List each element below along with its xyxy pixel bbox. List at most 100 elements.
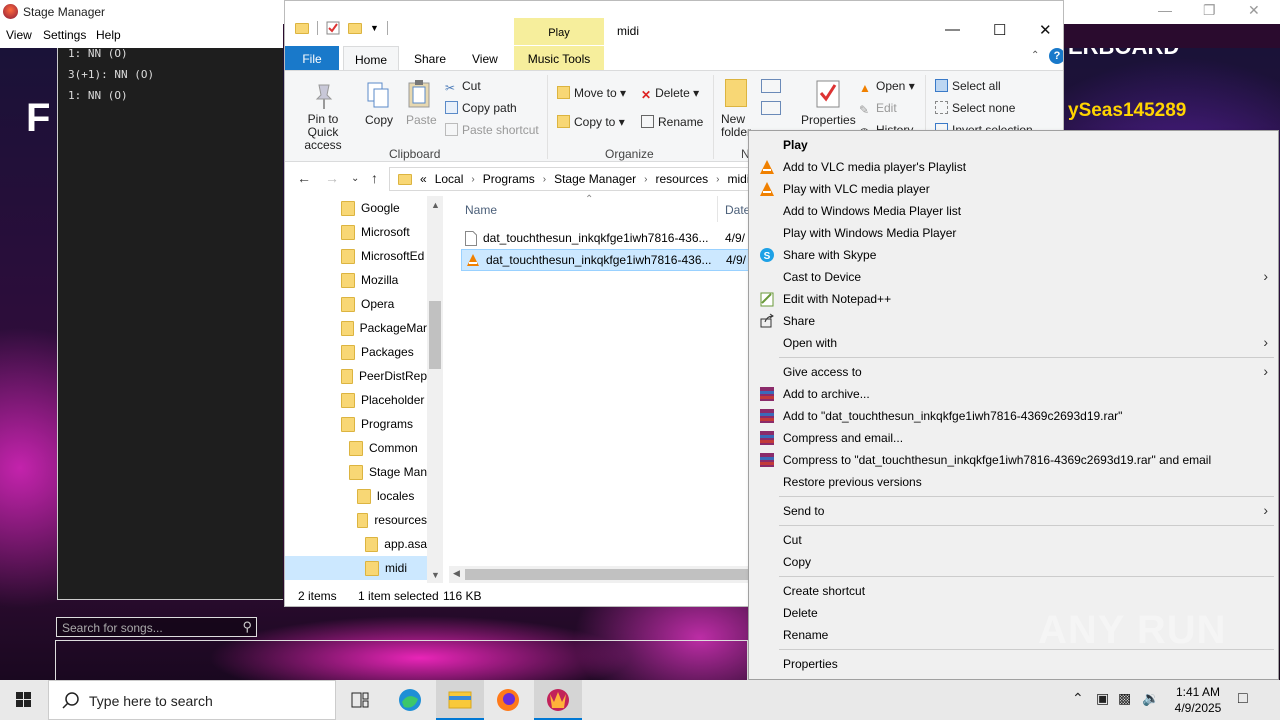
cut-button[interactable]: ✂ Cut — [445, 79, 481, 95]
tree-item[interactable]: Programs — [341, 412, 427, 436]
menu-view[interactable]: View — [6, 28, 32, 42]
chevron-down-icon[interactable]: ▼ — [370, 23, 379, 33]
select-none-button[interactable]: Select none — [935, 101, 1015, 115]
song-search-input[interactable]: Search for songs... ⚲ — [56, 617, 257, 637]
tree-item[interactable]: PackageMar — [341, 316, 427, 340]
column-header-name[interactable]: Name — [465, 203, 497, 217]
breadcrumb-local[interactable]: Local — [435, 172, 464, 186]
new-folder-icon[interactable] — [348, 22, 362, 34]
restore-icon[interactable]: ❐ — [1203, 2, 1216, 19]
menu-item-skype[interactable]: S Share with Skype — [749, 244, 1278, 266]
breadcrumb-resources[interactable]: resources — [655, 172, 708, 186]
tree-item-selected[interactable]: midi — [285, 556, 427, 580]
menu-item-restore-versions[interactable]: Restore previous versions — [749, 471, 1278, 493]
menu-help[interactable]: Help — [96, 28, 121, 42]
menu-item-give-access[interactable]: Give access to › — [749, 361, 1278, 383]
firefox-taskbar-button[interactable] — [484, 680, 532, 720]
chevron-right-icon[interactable]: › — [716, 174, 719, 185]
minimize-icon[interactable]: — — [1158, 2, 1172, 18]
menu-item-add-to-rar[interactable]: Add to "dat_touchthesun_inkqkfge1iwh7816… — [749, 405, 1278, 427]
easy-access-icon[interactable] — [761, 101, 781, 115]
menu-settings[interactable]: Settings — [43, 28, 86, 42]
scroll-left-icon[interactable]: ◀ — [453, 568, 460, 579]
tree-item[interactable]: MicrosoftEd — [341, 244, 427, 268]
menu-item-open-with[interactable]: Open with › — [749, 332, 1278, 354]
tree-item[interactable]: resources — [357, 508, 427, 532]
copy-path-button[interactable]: Copy path — [445, 101, 517, 115]
tree-item[interactable]: Opera — [341, 292, 427, 316]
edge-taskbar-button[interactable] — [386, 680, 434, 720]
tree-item[interactable]: Microsoft — [341, 220, 427, 244]
tree-item[interactable]: app.asa — [365, 532, 427, 556]
tree-item[interactable]: Mozilla — [341, 268, 427, 292]
forward-arrow-icon[interactable]: → — [325, 170, 339, 186]
tab-file[interactable]: File — [285, 46, 339, 70]
network-icon[interactable]: ▩ — [1118, 690, 1131, 707]
tree-item[interactable]: locales — [357, 484, 427, 508]
menu-item-add-archive[interactable]: Add to archive... — [749, 383, 1278, 405]
menu-item-play[interactable]: Play — [749, 134, 1278, 156]
minimize-icon[interactable]: — — [945, 21, 960, 38]
menu-item-notepadpp[interactable]: Edit with Notepad++ — [749, 288, 1278, 310]
people-icon[interactable]: ▣ — [1096, 690, 1109, 707]
tree-item[interactable]: Packages — [341, 340, 427, 364]
menu-item-cast[interactable]: Cast to Device › — [749, 266, 1278, 288]
menu-item-vlc-play[interactable]: Play with VLC media player — [749, 178, 1278, 200]
file-row-selected[interactable]: dat_touchthesun_inkqkfge1iwh7816-436... … — [461, 249, 751, 271]
up-arrow-icon[interactable]: ↑ — [371, 170, 378, 186]
menu-item-wmp-play[interactable]: Play with Windows Media Player — [749, 222, 1278, 244]
help-icon[interactable]: ? — [1049, 48, 1063, 64]
tree-item[interactable]: Common — [349, 436, 427, 460]
taskbar-search-box[interactable]: Type here to search — [48, 680, 336, 720]
breadcrumb-stage-manager[interactable]: Stage Manager — [554, 172, 636, 186]
menu-item-properties[interactable]: Properties — [749, 653, 1278, 675]
file-row[interactable]: dat_touchthesun_inkqkfge1iwh7816-436... … — [461, 227, 751, 249]
tab-music-tools[interactable]: Music Tools — [514, 46, 604, 70]
delete-button[interactable]: ✕ Delete ▾ — [641, 86, 699, 102]
ribbon-collapse-icon[interactable]: ⌃ — [1031, 50, 1039, 61]
file-list-scrollbar[interactable]: ◀ — [449, 566, 749, 583]
explorer-taskbar-button[interactable] — [436, 680, 484, 720]
scrollbar-thumb[interactable] — [465, 569, 749, 580]
address-overflow[interactable]: « — [420, 172, 427, 186]
clock[interactable]: 1:41 AM 4/9/2025 — [1160, 684, 1236, 716]
breadcrumb-midi[interactable]: midi — [728, 172, 750, 186]
open-button[interactable]: ▲ Open ▾ — [859, 79, 915, 95]
tree-item[interactable]: PeerDistRep — [341, 364, 427, 388]
tab-view[interactable]: View — [461, 46, 509, 70]
tab-share[interactable]: Share — [403, 46, 457, 70]
close-icon[interactable]: ✕ — [1248, 2, 1260, 19]
chevron-right-icon[interactable]: › — [644, 174, 647, 185]
column-header-date[interactable]: Date — [725, 203, 750, 217]
menu-item-cut[interactable]: Cut — [749, 529, 1278, 551]
rename-button[interactable]: Rename — [641, 115, 703, 129]
menu-item-copy[interactable]: Copy — [749, 551, 1278, 573]
scrollbar-thumb[interactable] — [429, 301, 441, 369]
scroll-down-icon[interactable]: ▼ — [431, 570, 440, 580]
start-button[interactable] — [0, 680, 48, 720]
copy-to-button[interactable]: Copy to ▾ — [557, 115, 625, 129]
tree-item[interactable]: Placeholder — [341, 388, 427, 412]
tab-home[interactable]: Home — [343, 46, 400, 70]
properties-icon[interactable] — [326, 21, 340, 35]
menu-item-compress-email[interactable]: Compress and email... — [749, 427, 1278, 449]
notifications-icon[interactable]: □ — [1238, 690, 1248, 708]
tray-overflow-icon[interactable]: ⌃ — [1072, 690, 1084, 707]
chevron-right-icon[interactable]: › — [471, 174, 474, 185]
breadcrumb-programs[interactable]: Programs — [483, 172, 535, 186]
maximize-icon[interactable]: ☐ — [993, 21, 1006, 39]
menu-item-wmp-list[interactable]: Add to Windows Media Player list — [749, 200, 1278, 222]
recent-locations-icon[interactable]: ⌄ — [351, 173, 359, 184]
menu-item-create-shortcut[interactable]: Create shortcut — [749, 580, 1278, 602]
stage-manager-taskbar-button[interactable] — [534, 680, 582, 720]
task-view-button[interactable] — [336, 680, 384, 720]
back-arrow-icon[interactable]: ← — [297, 170, 311, 186]
tree-scrollbar[interactable]: ▲ ▼ — [427, 196, 443, 583]
new-item-icon[interactable] — [761, 79, 781, 93]
tree-item[interactable]: Stage Man — [349, 460, 427, 484]
select-all-button[interactable]: Select all — [935, 79, 1001, 93]
scroll-up-icon[interactable]: ▲ — [431, 200, 440, 210]
edit-button[interactable]: ✎ Edit — [859, 101, 897, 117]
menu-item-compress-rar-email[interactable]: Compress to "dat_touchthesun_inkqkfge1iw… — [749, 449, 1278, 471]
paste-shortcut-button[interactable]: Paste shortcut — [445, 123, 539, 137]
